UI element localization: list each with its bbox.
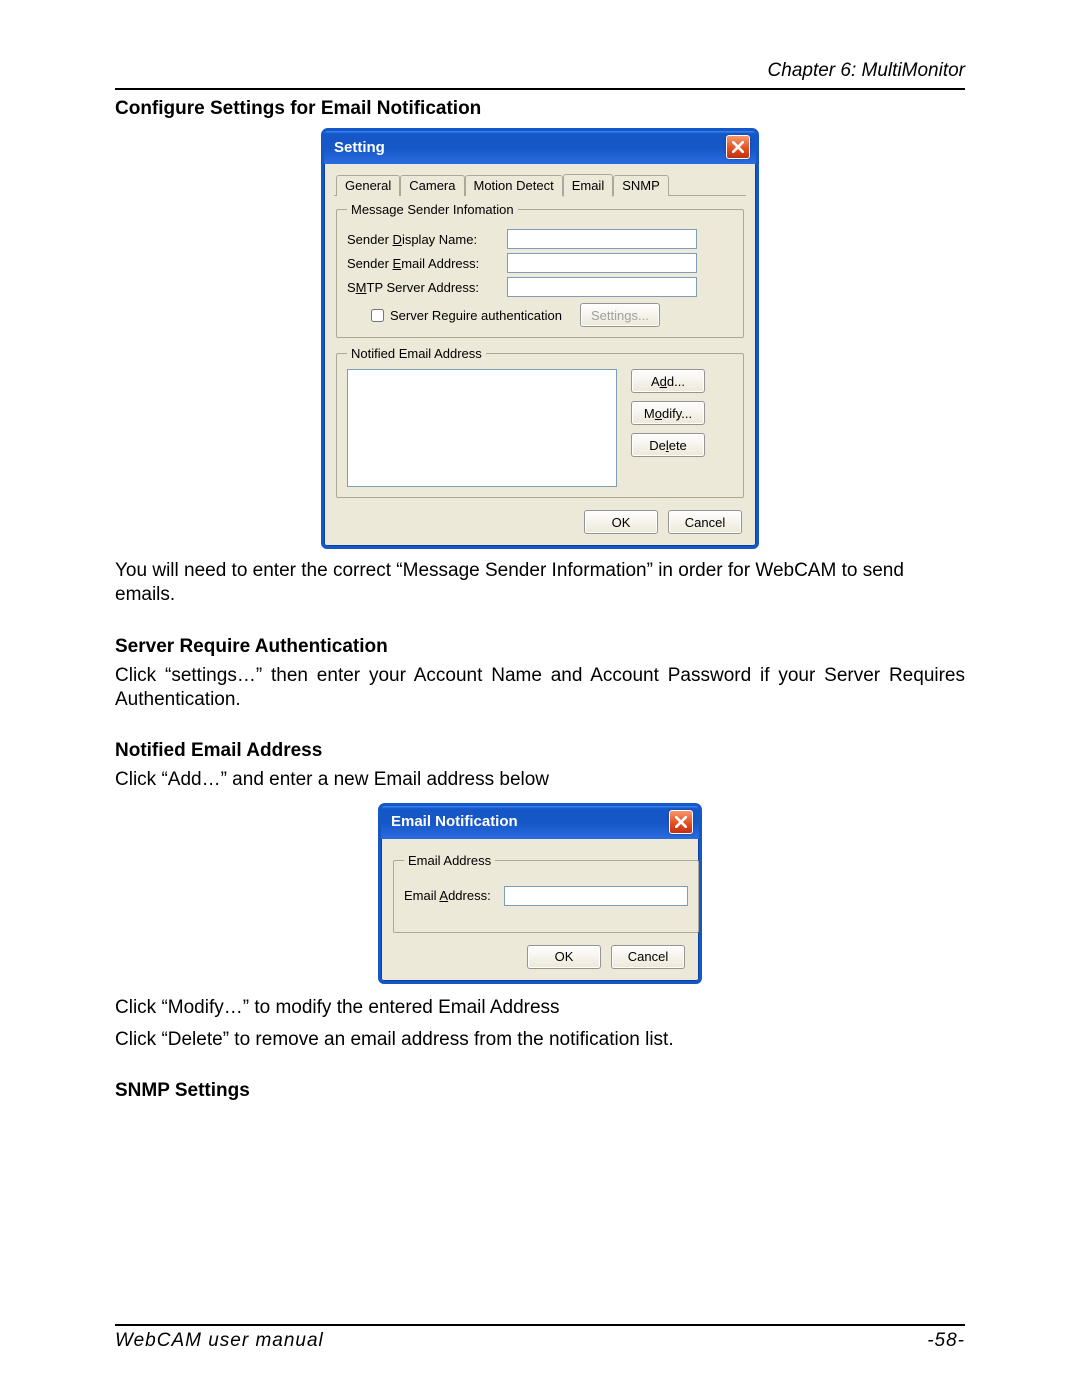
page-footer: WebCAM user manual -58- xyxy=(115,1324,965,1352)
cancel-button[interactable]: Cancel xyxy=(668,510,742,534)
label-smtp: SMTP Server Address: xyxy=(347,280,507,295)
titlebar-2[interactable]: Email Notification xyxy=(381,806,699,839)
paragraph-sender-info: You will need to enter the correct “Mess… xyxy=(115,559,965,608)
modify-button[interactable]: Modify... xyxy=(631,401,705,425)
add-button[interactable]: Add... xyxy=(631,369,705,393)
auth-checkbox[interactable] xyxy=(371,309,384,322)
label-sender-display: Sender Display Name: xyxy=(347,232,507,247)
delete-button[interactable]: Delete xyxy=(631,433,705,457)
group-sender-legend: Message Sender Infomation xyxy=(347,202,518,217)
smtp-input[interactable] xyxy=(507,277,697,297)
section-snmp: SNMP Settings xyxy=(115,1080,965,1102)
sender-display-input[interactable] xyxy=(507,229,697,249)
dialog-title: Setting xyxy=(334,139,385,156)
tab-email[interactable]: Email xyxy=(563,174,614,197)
close-icon[interactable] xyxy=(726,135,750,159)
tab-snmp[interactable]: SNMP xyxy=(613,175,669,196)
label-email-address: Email Address: xyxy=(404,888,504,903)
section-configure-email: Configure Settings for Email Notificatio… xyxy=(115,98,965,120)
group-email-legend: Email Address xyxy=(404,853,495,868)
tab-row: General Camera Motion Detect Email SNMP xyxy=(334,172,746,196)
section-auth: Server Require Authentication xyxy=(115,636,965,658)
footer-page: -58- xyxy=(927,1330,965,1352)
group-sender-info: Message Sender Infomation Sender Display… xyxy=(336,202,744,338)
auth-label: Server Reguire authentication xyxy=(390,308,562,323)
cancel-button-2[interactable]: Cancel xyxy=(611,945,685,969)
header-rule xyxy=(115,88,965,90)
section-notified: Notified Email Address xyxy=(115,740,965,762)
footer-manual: WebCAM user manual xyxy=(115,1330,324,1352)
ok-button-2[interactable]: OK xyxy=(527,945,601,969)
settings-button[interactable]: Settings... xyxy=(580,303,660,327)
group-email-address: Email Address Email Address: xyxy=(393,853,699,933)
group-notified: Notified Email Address Add... Modify... … xyxy=(336,346,744,498)
tab-camera[interactable]: Camera xyxy=(400,175,464,196)
paragraph-add: Click “Add…” and enter a new Email addre… xyxy=(115,768,965,792)
tab-general[interactable]: General xyxy=(336,175,400,196)
notified-listbox[interactable] xyxy=(347,369,617,487)
email-address-input[interactable] xyxy=(504,886,688,906)
chapter-heading: Chapter 6: MultiMonitor xyxy=(115,60,965,82)
dialog2-title: Email Notification xyxy=(391,813,518,830)
titlebar[interactable]: Setting xyxy=(324,131,756,164)
paragraph-modify: Click “Modify…” to modify the entered Em… xyxy=(115,996,965,1020)
email-notification-dialog: Email Notification Email Address Email A… xyxy=(378,803,702,984)
paragraph-delete: Click “Delete” to remove an email addres… xyxy=(115,1028,965,1052)
setting-dialog: Setting General Camera Motion Detect Ema… xyxy=(321,128,759,549)
close-icon-2[interactable] xyxy=(669,810,693,834)
paragraph-auth: Click “settings…” then enter your Accoun… xyxy=(115,664,965,713)
label-sender-email: Sender Email Address: xyxy=(347,256,507,271)
group-notified-legend: Notified Email Address xyxy=(347,346,486,361)
sender-email-input[interactable] xyxy=(507,253,697,273)
ok-button[interactable]: OK xyxy=(584,510,658,534)
tab-motion-detect[interactable]: Motion Detect xyxy=(465,175,563,196)
